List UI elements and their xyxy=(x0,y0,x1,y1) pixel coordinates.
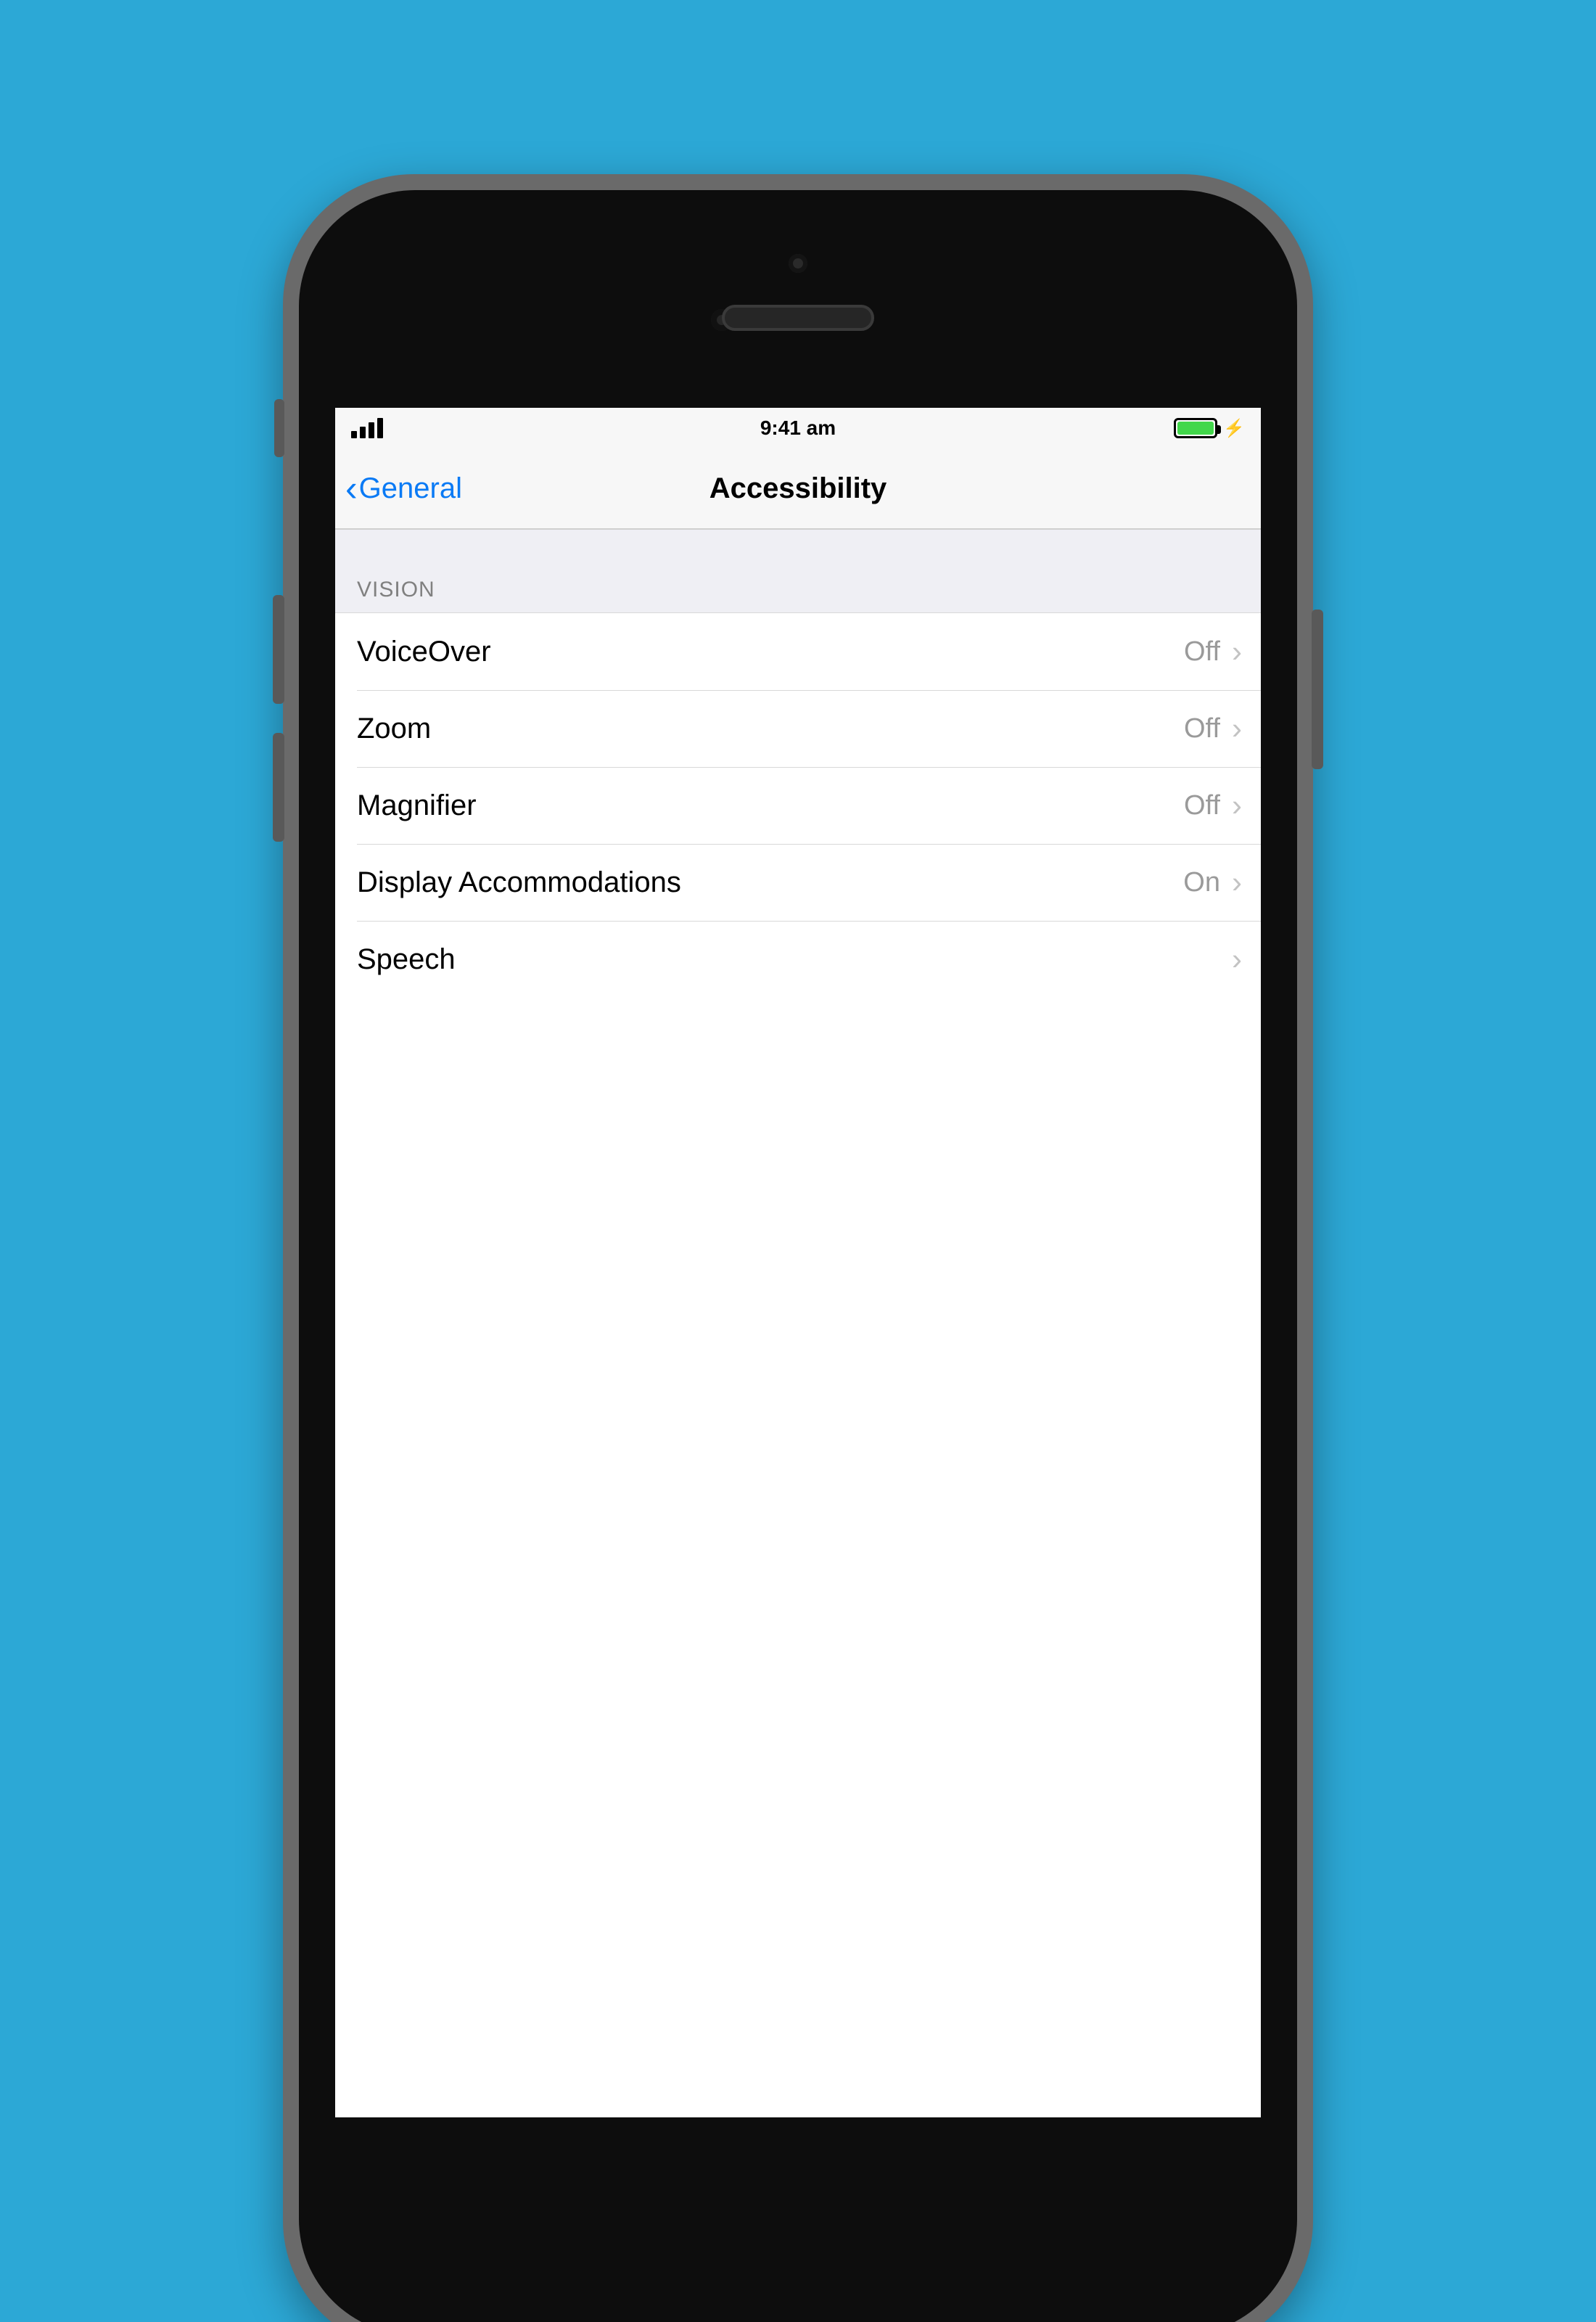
section-header-vision: VISION xyxy=(335,530,1261,613)
row-label: Speech xyxy=(357,943,456,976)
row-value: Off xyxy=(1184,713,1220,744)
chevron-right-icon: › xyxy=(1232,942,1242,977)
chevron-left-icon: ‹ xyxy=(345,470,358,506)
back-button[interactable]: ‹ General xyxy=(345,470,462,506)
row-zoom[interactable]: Zoom Off › xyxy=(335,690,1261,767)
power-button xyxy=(1312,610,1323,769)
volume-up-button xyxy=(273,595,284,704)
row-voiceover[interactable]: VoiceOver Off › xyxy=(335,613,1261,690)
row-value: On xyxy=(1183,867,1220,898)
charging-icon: ⚡ xyxy=(1223,418,1245,439)
screen: 9:41 am ⚡ ‹ General Accessibility VISION xyxy=(335,408,1261,2117)
back-label: General xyxy=(359,472,462,505)
row-value: Off xyxy=(1184,636,1220,668)
chevron-right-icon: › xyxy=(1232,634,1242,669)
cellular-signal-icon xyxy=(351,418,383,438)
chevron-right-icon: › xyxy=(1232,711,1242,746)
row-magnifier[interactable]: Magnifier Off › xyxy=(335,767,1261,844)
status-bar: 9:41 am ⚡ xyxy=(335,408,1261,448)
row-label: VoiceOver xyxy=(357,636,491,668)
volume-down-button xyxy=(273,733,284,842)
phone-frame-outer: 9:41 am ⚡ ‹ General Accessibility VISION xyxy=(283,174,1313,2322)
chevron-right-icon: › xyxy=(1232,788,1242,823)
row-label: Zoom xyxy=(357,713,431,745)
row-label: Display Accommodations xyxy=(357,866,681,899)
row-label: Magnifier xyxy=(357,789,477,822)
chevron-right-icon: › xyxy=(1232,865,1242,900)
status-time: 9:41 am xyxy=(760,417,836,440)
row-speech[interactable]: Speech › xyxy=(335,921,1261,998)
nav-bar: ‹ General Accessibility xyxy=(335,448,1261,530)
earpiece-speaker xyxy=(722,305,874,331)
row-value: Off xyxy=(1184,790,1220,821)
row-display-accommodations[interactable]: Display Accommodations On › xyxy=(335,844,1261,921)
front-camera xyxy=(789,254,807,273)
page-title: Accessibility xyxy=(709,472,887,505)
mute-switch xyxy=(274,399,284,457)
battery-icon xyxy=(1174,418,1217,438)
phone-frame-inner: 9:41 am ⚡ ‹ General Accessibility VISION xyxy=(299,190,1297,2322)
